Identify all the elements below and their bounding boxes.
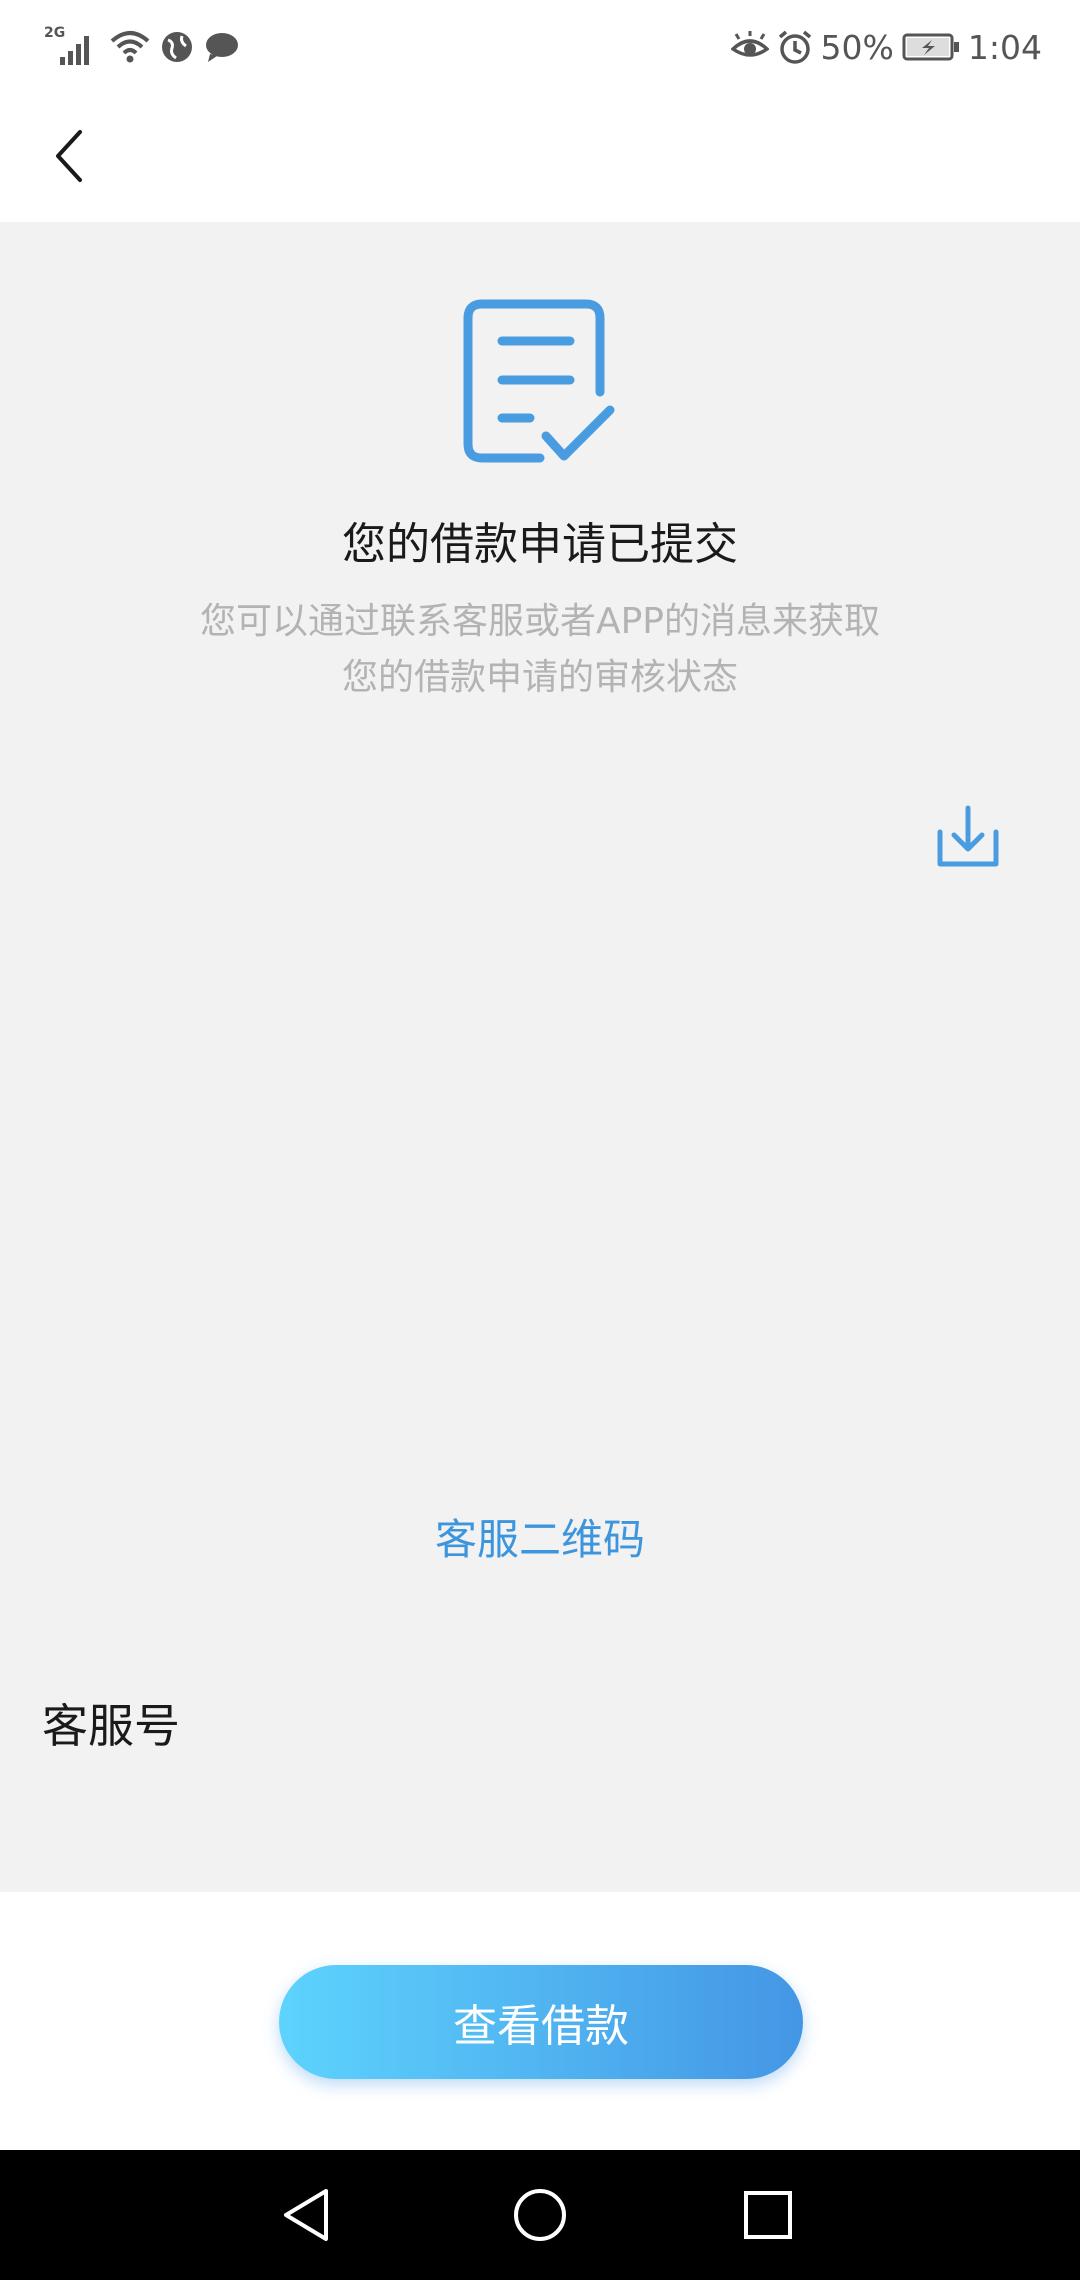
- message-icon: [204, 30, 240, 64]
- battery-percent: 50%: [820, 27, 894, 67]
- main-content: 您的借款申请已提交 您可以通过联系客服或者APP的消息来获取 您的借款申请的审核…: [0, 222, 1080, 1892]
- system-nav-bar: [0, 2150, 1080, 2280]
- top-nav-bar: [0, 92, 1080, 222]
- description-line-2: 您的借款申请的审核状态: [341, 657, 738, 698]
- back-button[interactable]: [30, 116, 110, 196]
- status-bar: 2G 50% 1:04: [0, 0, 1080, 92]
- download-qr-button[interactable]: [934, 802, 1006, 874]
- globe-icon: [160, 30, 194, 64]
- status-right-group: 50% 1:04: [729, 24, 1042, 70]
- nav-recents-button[interactable]: [736, 2183, 800, 2247]
- document-check-icon: [460, 296, 626, 472]
- action-area: 查看借款: [0, 1892, 1080, 2150]
- service-number-label: 客服号: [42, 1699, 180, 1753]
- nav-back-button[interactable]: [276, 2183, 340, 2247]
- signal-icon: 2G: [44, 25, 100, 67]
- alarm-icon: [777, 29, 813, 65]
- view-loan-button[interactable]: 查看借款: [279, 1965, 803, 2079]
- eye-icon: [729, 31, 770, 63]
- submission-title: 您的借款申请已提交: [342, 519, 738, 570]
- back-chevron-icon: [50, 126, 90, 186]
- description-line-1: 您可以通过联系客服或者APP的消息来获取: [199, 601, 881, 642]
- nav-home-icon: [508, 2183, 572, 2247]
- download-icon: [934, 802, 1006, 874]
- clock-time: 1:04: [967, 27, 1042, 67]
- submission-description: 您可以通过联系客服或者APP的消息来获取 您的借款申请的审核状态: [140, 594, 940, 706]
- nav-home-button[interactable]: [508, 2183, 572, 2247]
- status-left-group: 2G: [44, 24, 240, 70]
- qr-code-label: 客服二维码: [434, 1515, 645, 1564]
- nav-back-icon: [276, 2183, 340, 2247]
- nav-recents-icon: [736, 2183, 800, 2247]
- wifi-icon: [110, 27, 150, 67]
- battery-charging-icon: [902, 32, 960, 62]
